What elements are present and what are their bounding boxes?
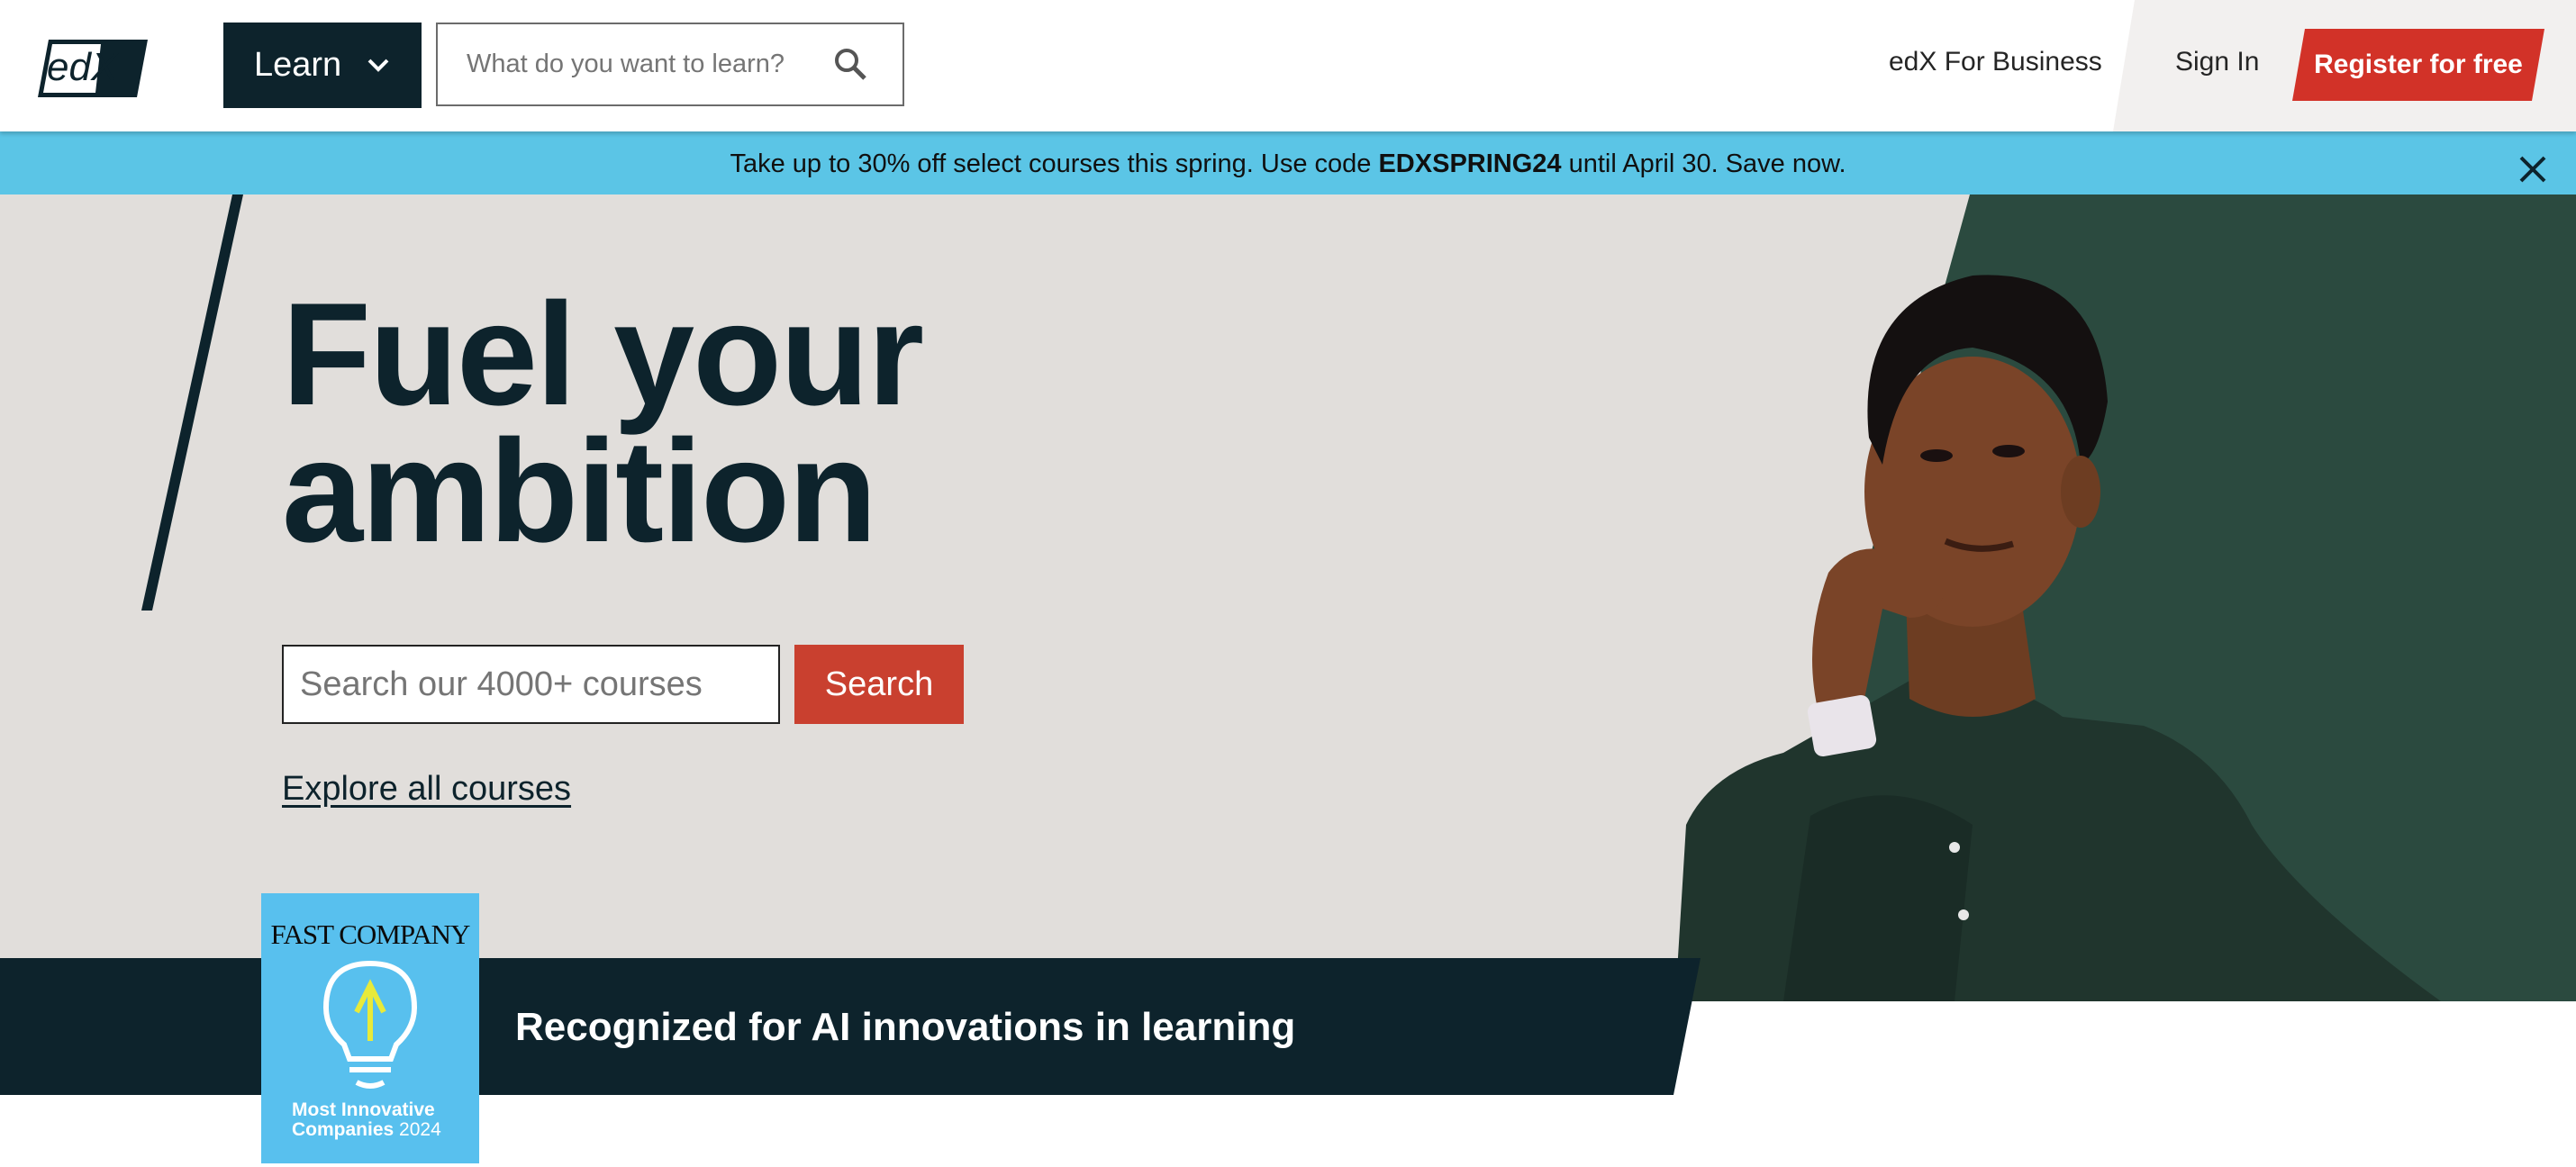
badge-line1: Most Innovative: [292, 1099, 435, 1120]
recognition-text: Recognized for AI innovations in learnin…: [515, 1005, 1296, 1049]
promo-text: Take up to 30% off select courses this s…: [0, 149, 2576, 179]
sign-in-link[interactable]: Sign In: [2175, 47, 2259, 77]
badge-year: 2024: [399, 1119, 441, 1140]
promo-text-after: until April 30. Save now.: [1561, 149, 1846, 178]
decorative-slash: [141, 194, 243, 611]
hero-title: Fuel your ambition: [282, 282, 924, 565]
promo-banner: Take up to 30% off select courses this s…: [0, 131, 2576, 194]
fast-company-badge: FAST COMPANY Most Innovative Companies 2…: [261, 893, 479, 1163]
badge-brand: FAST COMPANY: [270, 918, 471, 950]
lightbulb-icon: [322, 960, 418, 1089]
logo-text: edX: [47, 45, 119, 89]
edx-logo[interactable]: edX: [38, 40, 148, 97]
course-search-input[interactable]: [284, 647, 778, 722]
promo-code: EDXSPRING24: [1378, 149, 1562, 178]
search-button[interactable]: Search: [794, 645, 964, 724]
chevron-down-icon: [367, 59, 389, 72]
site-header: edX Learn edX For Business Sign In Regis…: [0, 0, 2576, 131]
header-search: [436, 23, 904, 106]
search-icon[interactable]: [832, 46, 868, 82]
promo-text-before: Take up to 30% off select courses this s…: [730, 149, 1379, 178]
learn-menu-button[interactable]: Learn: [223, 23, 422, 108]
learn-label: Learn: [254, 46, 342, 84]
hero-person-image: [1675, 275, 2441, 1001]
course-search-box: [282, 645, 780, 724]
badge-caption: Most Innovative Companies 2024: [292, 1100, 472, 1140]
close-icon[interactable]: [2517, 154, 2548, 185]
badge-line2: Companies: [292, 1119, 395, 1140]
explore-all-courses-link[interactable]: Explore all courses: [282, 770, 571, 809]
header-search-input[interactable]: [438, 24, 816, 104]
edx-for-business-link[interactable]: edX For Business: [1889, 47, 2102, 77]
register-button[interactable]: Register for free: [2292, 29, 2544, 101]
hero-title-line2: ambition: [282, 410, 877, 573]
